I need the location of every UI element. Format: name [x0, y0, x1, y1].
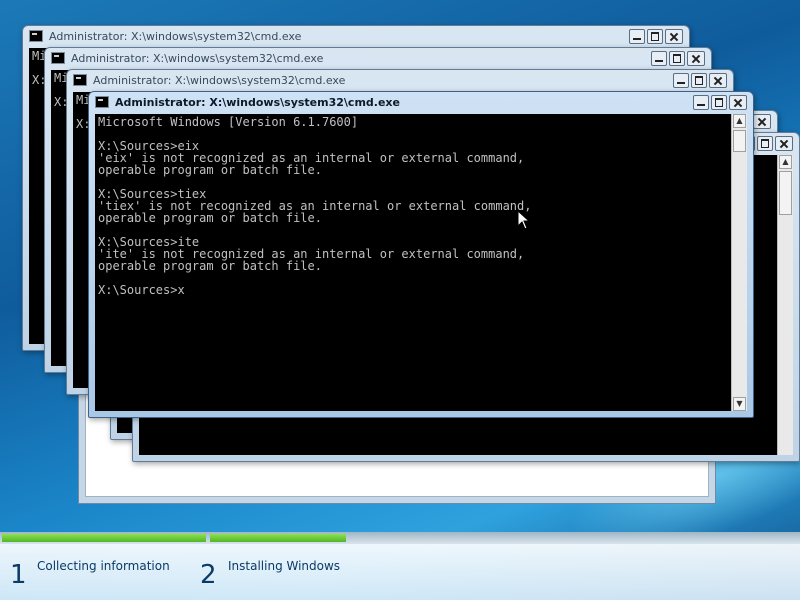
titlebar[interactable]: Administrator: X:\windows\system32\cmd.e…: [67, 70, 733, 92]
scroll-up-icon[interactable]: ▲: [779, 155, 792, 169]
step-2-label: Installing Windows: [228, 559, 341, 573]
step-1-progress-fill: [2, 534, 206, 542]
close-icon[interactable]: [729, 95, 747, 110]
scroll-down-icon[interactable]: ▼: [733, 397, 746, 411]
vertical-scrollbar[interactable]: ▲ ▼: [731, 114, 747, 411]
console-line: operable program or batch file.: [98, 211, 322, 225]
maximize-icon[interactable]: [669, 51, 685, 66]
cmd-icon: [51, 52, 65, 64]
caption-buttons: [629, 29, 683, 45]
console-area[interactable]: Microsoft Windows [Version 6.1.7600] X:\S…: [95, 114, 747, 411]
close-icon[interactable]: [775, 136, 793, 151]
maximize-icon[interactable]: [757, 136, 773, 151]
cmd-icon: [29, 30, 43, 42]
close-icon[interactable]: [665, 29, 683, 44]
window-title: Administrator: X:\windows\system32\cmd.e…: [49, 30, 302, 43]
console-line: operable program or batch file.: [98, 163, 322, 177]
scroll-up-icon[interactable]: ▲: [733, 114, 746, 128]
window-title: Administrator: X:\windows\system32\cmd.e…: [71, 52, 324, 65]
window-title: Administrator: X:\windows\system32\cmd.e…: [115, 96, 400, 109]
maximize-icon[interactable]: [691, 73, 707, 88]
close-icon[interactable]: [753, 114, 771, 129]
step-1-number: 1: [10, 560, 27, 590]
close-icon[interactable]: [709, 73, 727, 88]
step-2-progress-fill: [210, 534, 346, 542]
cmd-icon: [73, 74, 87, 86]
step-2-number: 2: [200, 560, 217, 590]
scroll-thumb[interactable]: [779, 171, 792, 215]
maximize-icon[interactable]: [647, 29, 663, 44]
minimize-icon[interactable]: [629, 29, 645, 44]
cmd-window-active[interactable]: Administrator: X:\windows\system32\cmd.e…: [88, 91, 754, 418]
console-output: Microsoft Windows [Version 6.1.7600] X:\S…: [98, 116, 531, 296]
step-1-label: Collecting information: [37, 559, 170, 573]
console-line: Microsoft Windows [Version 6.1.7600]: [98, 115, 359, 129]
titlebar[interactable]: Administrator: X:\windows\system32\cmd.e…: [45, 48, 711, 70]
minimize-icon[interactable]: [693, 95, 709, 110]
console-line: X:\Sources>x: [98, 283, 185, 297]
maximize-icon[interactable]: [711, 95, 727, 110]
console-line: operable program or batch file.: [98, 259, 322, 273]
close-icon[interactable]: [687, 51, 705, 66]
caption-buttons: [673, 73, 727, 89]
vertical-scrollbar[interactable]: ▲: [777, 155, 793, 455]
caption-buttons: [651, 51, 705, 67]
scroll-thumb[interactable]: [733, 130, 746, 152]
titlebar[interactable]: Administrator: X:\windows\system32\cmd.e…: [89, 92, 753, 114]
cmd-icon: [95, 96, 109, 108]
caption-buttons: [693, 95, 747, 111]
titlebar[interactable]: Administrator: X:\windows\system32\cmd.e…: [23, 26, 689, 48]
minimize-icon[interactable]: [651, 51, 667, 66]
mouse-pointer-icon: [517, 210, 531, 230]
minimize-icon[interactable]: [673, 73, 689, 88]
window-title: Administrator: X:\windows\system32\cmd.e…: [93, 74, 346, 87]
